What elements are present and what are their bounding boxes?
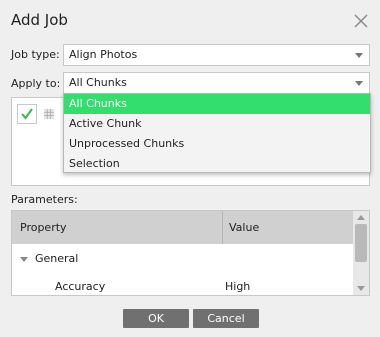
- grid-icon: [44, 109, 54, 119]
- property-cell: Accuracy: [55, 280, 106, 293]
- column-header-value[interactable]: Value: [229, 211, 259, 244]
- scroll-down-icon[interactable]: [357, 286, 365, 291]
- table-group-row[interactable]: General: [12, 246, 354, 272]
- scroll-up-icon[interactable]: [357, 215, 365, 220]
- job-type-label: Job type:: [11, 48, 60, 61]
- parameters-label: Parameters:: [11, 193, 78, 206]
- vertical-scrollbar[interactable]: [353, 211, 369, 295]
- table-header: Property Value: [12, 211, 354, 244]
- apply-to-label: Apply to:: [11, 77, 61, 90]
- value-cell[interactable]: High: [225, 274, 250, 295]
- column-divider[interactable]: [222, 211, 223, 244]
- dialog-title: Add Job: [11, 11, 68, 29]
- job-type-value: Align Photos: [69, 48, 138, 61]
- chunk-checkbox[interactable]: [17, 104, 37, 124]
- apply-to-value: All Chunks: [69, 76, 127, 89]
- table-row[interactable]: Accuracy High: [12, 274, 354, 295]
- dropdown-option-all-chunks[interactable]: All Chunks: [64, 94, 370, 114]
- checkmark-icon: [21, 108, 33, 120]
- expand-arrow-icon[interactable]: [20, 257, 28, 262]
- dropdown-option-unprocessed-chunks[interactable]: Unprocessed Chunks: [64, 134, 370, 154]
- scrollbar-thumb[interactable]: [355, 224, 367, 262]
- dropdown-option-active-chunk[interactable]: Active Chunk: [64, 114, 370, 134]
- cancel-button[interactable]: Cancel: [193, 309, 259, 328]
- column-header-property[interactable]: Property: [20, 211, 67, 244]
- chevron-down-icon: [355, 53, 363, 58]
- parameters-table[interactable]: Property Value General Accuracy High: [11, 210, 370, 296]
- dropdown-option-selection[interactable]: Selection: [64, 154, 370, 174]
- apply-to-select[interactable]: All Chunks: [63, 72, 370, 94]
- ok-button[interactable]: OK: [123, 309, 189, 328]
- group-label: General: [35, 252, 79, 265]
- job-type-select[interactable]: Align Photos: [63, 44, 370, 66]
- apply-to-dropdown[interactable]: All Chunks Active Chunk Unprocessed Chun…: [63, 93, 371, 173]
- close-icon[interactable]: [353, 13, 369, 29]
- chevron-down-icon: [355, 81, 363, 86]
